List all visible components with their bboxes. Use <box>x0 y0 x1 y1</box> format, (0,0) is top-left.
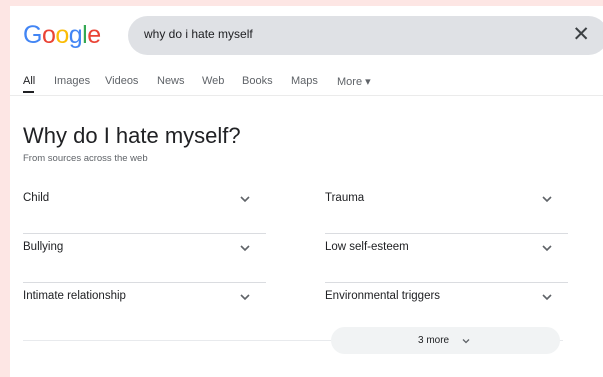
chevron-down-icon <box>462 339 470 344</box>
list-item-low-self-esteem[interactable]: Low self-esteem <box>325 237 568 283</box>
tab-web[interactable]: Web <box>202 75 224 87</box>
tab-maps[interactable]: Maps <box>291 75 318 87</box>
tab-all[interactable]: All <box>23 75 35 87</box>
tab-news[interactable]: News <box>157 75 185 87</box>
search-query[interactable]: why do i hate myself <box>144 27 253 41</box>
tab-videos[interactable]: Videos <box>105 75 138 87</box>
item-label: Intimate relationship <box>23 290 126 302</box>
item-label: Bullying <box>23 241 64 253</box>
item-divider <box>23 282 266 283</box>
page-title: Why do I hate myself? <box>23 123 241 148</box>
logo-letter-g: G <box>23 21 42 49</box>
tab-more[interactable]: More ▾ <box>337 75 371 88</box>
list-item-trauma[interactable]: Trauma <box>325 188 568 234</box>
show-more-button[interactable]: 3 more <box>331 327 560 354</box>
logo-letter-o1: o <box>41 21 56 49</box>
list-item-bullying[interactable]: Bullying <box>23 237 266 283</box>
item-label: Low self-esteem <box>325 241 409 253</box>
logo-letter-g2: g <box>68 21 83 49</box>
google-logo[interactable]: Google <box>23 21 101 50</box>
search-input[interactable]: why do i hate myself ✕ <box>128 16 603 55</box>
chevron-down-icon <box>542 245 552 252</box>
search-results-page: Google why do i hate myself ✕ All Images… <box>10 6 603 377</box>
list-item-child[interactable]: Child <box>23 188 266 234</box>
list-item-intimate-relationship[interactable]: Intimate relationship <box>23 286 266 332</box>
list-item-environmental-triggers[interactable]: Environmental triggers <box>325 286 568 332</box>
chevron-down-icon <box>240 196 250 203</box>
item-divider <box>325 282 568 283</box>
item-label: Environmental triggers <box>325 290 441 302</box>
chevron-down-icon <box>542 196 552 203</box>
tab-images[interactable]: Images <box>54 75 90 87</box>
item-divider <box>325 233 568 234</box>
header-divider <box>10 95 603 96</box>
chevron-down-icon <box>240 294 250 301</box>
chevron-down-icon <box>240 245 250 252</box>
item-divider <box>23 233 266 234</box>
item-label: Trauma <box>325 192 365 204</box>
page-subtitle: From sources across the web <box>23 153 148 164</box>
chevron-down-icon <box>542 294 552 301</box>
active-tab-indicator <box>23 91 34 93</box>
close-icon[interactable]: ✕ <box>572 22 590 48</box>
logo-letter-o2: o <box>55 21 69 49</box>
item-label: Child <box>23 192 50 204</box>
logo-letter-e: e <box>87 21 101 49</box>
more-label: 3 more <box>418 335 450 346</box>
tab-books[interactable]: Books <box>242 75 273 87</box>
